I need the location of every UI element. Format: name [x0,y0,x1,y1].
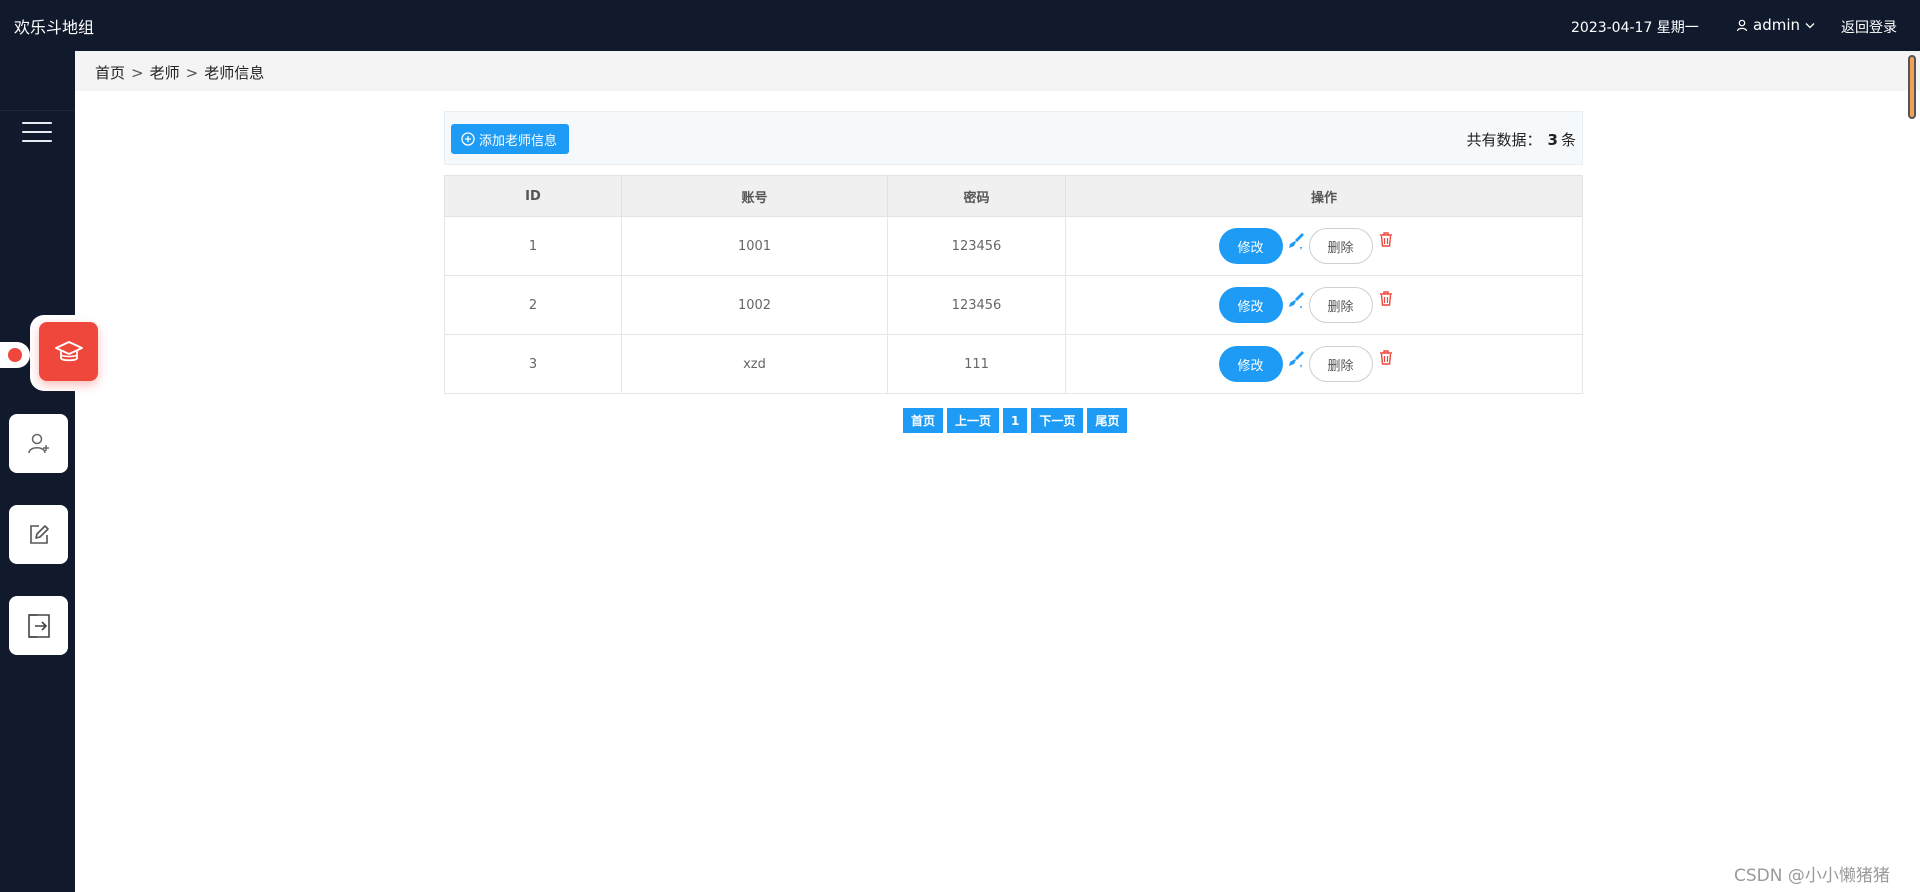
cell-id: 1 [444,216,622,276]
username: admin [1753,16,1800,34]
count-value: 3 [1547,131,1558,149]
record-count: 共有数据： 3 条 [1467,129,1576,150]
brush-icon[interactable] [1286,349,1306,371]
brush-icon[interactable] [1286,290,1306,312]
logout-link[interactable]: 返回登录 [1841,17,1897,37]
trash-icon[interactable] [1376,290,1396,312]
app-title: 欢乐斗地组 [14,18,95,37]
column-header-password: 密码 [887,175,1066,217]
page-first-button[interactable]: 首页 [903,408,944,433]
delete-button[interactable]: 删除 [1308,287,1373,323]
watermark: CSDN @小小懒猪猪 [1734,866,1890,886]
column-header-actions: 操作 [1065,175,1583,217]
page-next-button[interactable]: 下一页 [1031,408,1084,433]
table-row: 2 1002 123456 修改 删除 [444,275,1583,335]
column-header-account: 账号 [621,175,888,217]
edit-button[interactable]: 修改 [1218,346,1283,382]
count-unit: 条 [1560,131,1576,149]
breadcrumb-home[interactable]: 首页 [95,62,125,83]
cell-password: 111 [887,334,1066,394]
toolbar-panel: 添加老师信息 共有数据： 3 条 [444,111,1583,165]
trash-icon[interactable] [1376,231,1396,253]
header-date: 2023-04-17 星期一 [1571,20,1699,36]
active-indicator-dot [0,342,30,368]
teacher-table: ID 账号 密码 操作 1 1001 123456 修改 删除 2 1002 1… [444,175,1583,394]
breadcrumb-separator: > [131,63,144,82]
cell-account: xzd [621,334,888,394]
page-prev-button[interactable]: 上一页 [947,408,1000,433]
table-row: 3 xzd 111 修改 删除 [444,334,1583,394]
cell-actions: 修改 删除 [1065,334,1583,394]
table-header-row: ID 账号 密码 操作 [444,175,1583,217]
sidebar-item-logout[interactable] [9,596,68,655]
cell-password: 123456 [887,275,1066,335]
scrollbar-thumb[interactable] [1908,55,1916,119]
cell-account: 1001 [621,216,888,276]
top-header: 欢乐斗地组 2023-04-17 星期一 admin 返回登录 [0,0,1920,51]
sidebar-item-teachers[interactable] [39,322,98,381]
plus-circle-icon [461,132,475,146]
breadcrumb-teacher[interactable]: 老师 [150,62,180,83]
delete-button[interactable]: 删除 [1308,228,1373,264]
cell-password: 123456 [887,216,1066,276]
menu-toggle-icon[interactable] [22,122,52,144]
delete-button[interactable]: 删除 [1308,346,1373,382]
page-last-button[interactable]: 尾页 [1087,408,1128,433]
count-prefix: 共有数据： [1466,131,1542,149]
edit-button[interactable]: 修改 [1218,287,1283,323]
add-teacher-label: 添加老师信息 [479,133,558,149]
page-current-number[interactable]: 1 [1003,408,1028,433]
breadcrumb-separator: > [185,63,199,82]
chevron-down-icon [1805,22,1815,28]
add-teacher-button[interactable]: 添加老师信息 [451,124,570,154]
table-row: 1 1001 123456 修改 删除 [444,216,1583,276]
sidebar-divider [0,110,75,111]
sidebar-item-edit[interactable] [9,505,68,564]
graduation-cap-icon [54,340,83,361]
add-user-icon [27,433,49,453]
cell-actions: 修改 删除 [1065,216,1583,276]
edit-icon [29,524,49,544]
cell-id: 3 [444,334,622,394]
user-menu[interactable]: admin [1736,16,1815,34]
logout-icon [27,613,50,638]
breadcrumb-bar: 首页 > 老师 > 老师信息 [75,51,1920,91]
cell-actions: 修改 删除 [1065,275,1583,335]
breadcrumb-current: 老师信息 [204,64,265,82]
user-icon [1736,19,1748,31]
cell-id: 2 [444,275,622,335]
brush-icon[interactable] [1286,231,1306,253]
sidebar-item-add-user[interactable] [9,414,68,473]
column-header-id: ID [444,175,622,217]
breadcrumb: 首页 > 老师 > 老师信息 [95,62,264,83]
trash-icon[interactable] [1376,349,1396,371]
cell-account: 1002 [621,275,888,335]
edit-button[interactable]: 修改 [1218,228,1283,264]
pagination: 首页 上一页 1 下一页 尾页 [903,408,1128,433]
